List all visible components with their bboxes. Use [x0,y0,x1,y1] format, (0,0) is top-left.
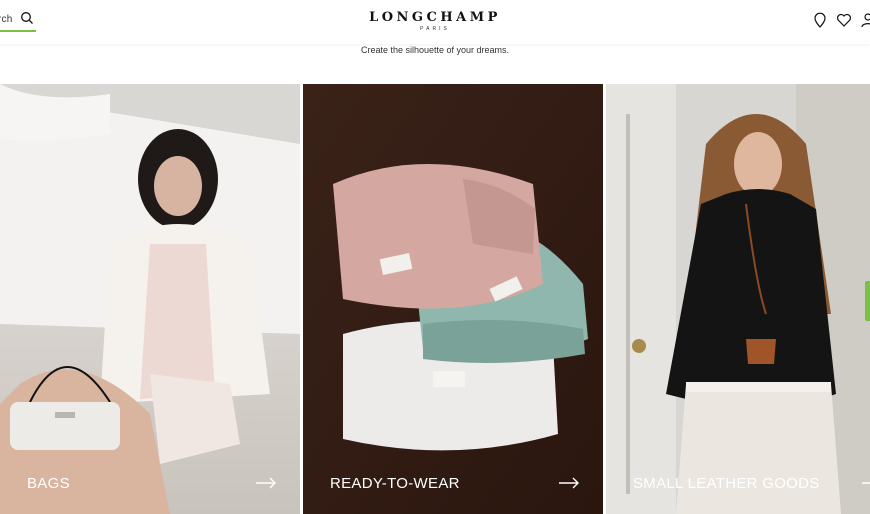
account-user-icon[interactable] [860,12,870,28]
category-tile-bags[interactable]: BAGS [0,84,300,514]
store-locator-icon[interactable] [812,12,828,28]
arrow-right-icon [559,477,579,489]
category-tile-ready-to-wear[interactable]: READY-TO-WEAR [303,84,603,514]
tile-label-bags: BAGS [27,475,70,492]
brand-logo[interactable]: LONGCHAMP PARIS [0,10,870,32]
tagline: Create the silhouette of your dreams. [360,45,510,55]
bags-campaign-image [0,84,300,514]
small-leather-goods-campaign-image [606,84,870,514]
arrow-right-icon [256,477,276,489]
arrow-right-icon [862,482,870,484]
ready-to-wear-campaign-image [303,84,603,514]
category-tile-small-leather-goods[interactable]: SMALL LEATHER GOODS [606,84,870,514]
feedback-tab[interactable] [865,281,870,321]
site-header: rch LONGCHAMP PARIS [0,0,870,44]
tile-label-ready-to-wear: READY-TO-WEAR [330,475,460,492]
wishlist-heart-icon[interactable] [836,12,852,28]
logo-subtitle: PARIS [420,26,450,32]
tile-label-small-leather-goods: SMALL LEATHER GOODS [633,475,820,492]
logo-wordmark: LONGCHAMP [369,10,501,25]
